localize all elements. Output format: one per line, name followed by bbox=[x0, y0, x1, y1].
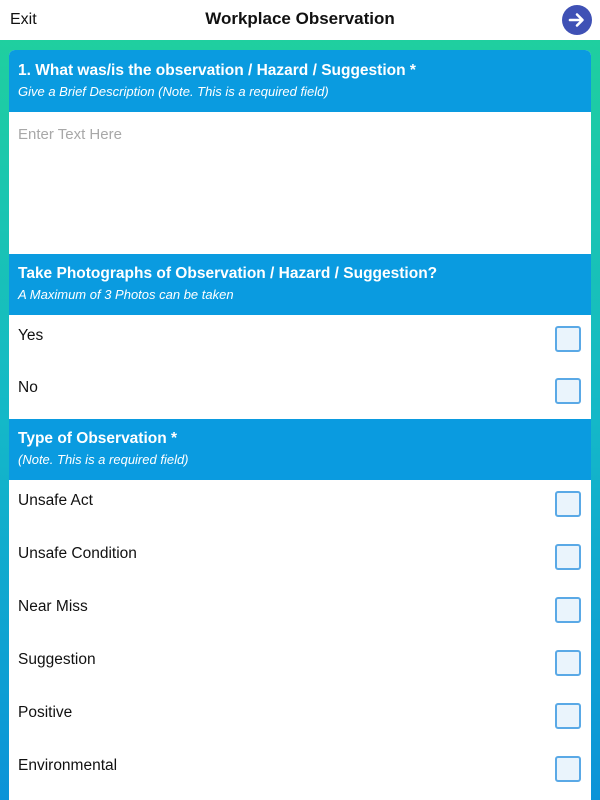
option-label: Suggestion bbox=[18, 651, 96, 668]
option-label: Positive bbox=[18, 704, 73, 721]
option-label: Yes bbox=[18, 327, 44, 344]
photos-option-no[interactable]: No bbox=[9, 367, 591, 419]
next-button[interactable] bbox=[562, 5, 592, 35]
unsafe-act-checkbox[interactable] bbox=[555, 491, 581, 517]
option-label: Unsafe Act bbox=[18, 492, 93, 509]
option-label: Near Miss bbox=[18, 598, 88, 615]
type-option-unsafe-act[interactable]: Unsafe Act bbox=[9, 480, 591, 533]
arrow-right-icon bbox=[568, 13, 584, 27]
option-label: Unsafe Condition bbox=[18, 545, 137, 562]
observation-header: 1. What was/is the observation / Hazard … bbox=[9, 50, 591, 112]
unsafe-condition-checkbox[interactable] bbox=[555, 544, 581, 570]
type-option-suggestion[interactable]: Suggestion bbox=[9, 639, 591, 692]
observation-title: 1. What was/is the observation / Hazard … bbox=[18, 62, 416, 79]
environmental-checkbox[interactable] bbox=[555, 756, 581, 782]
photos-yes-checkbox[interactable] bbox=[555, 326, 581, 352]
type-option-unsafe-condition[interactable]: Unsafe Condition bbox=[9, 533, 591, 586]
option-label: No bbox=[18, 379, 38, 396]
positive-checkbox[interactable] bbox=[555, 703, 581, 729]
type-option-environmental[interactable]: Environmental bbox=[9, 745, 591, 798]
option-label: Environmental bbox=[18, 757, 118, 774]
photos-subtitle: A Maximum of 3 Photos can be taken bbox=[18, 287, 234, 302]
photos-title: Take Photographs of Observation / Hazard… bbox=[18, 265, 438, 282]
observation-subtitle: Give a Brief Description (Note. This is … bbox=[18, 84, 329, 99]
type-subtitle: (Note. This is a required field) bbox=[18, 452, 189, 467]
type-option-positive[interactable]: Positive bbox=[9, 692, 591, 745]
near-miss-checkbox[interactable] bbox=[555, 597, 581, 623]
exit-button[interactable]: Exit bbox=[10, 11, 37, 29]
observation-description-input[interactable] bbox=[9, 112, 591, 254]
photos-option-yes[interactable]: Yes bbox=[9, 315, 591, 367]
page-title: Workplace Observation bbox=[205, 9, 395, 28]
photos-no-checkbox[interactable] bbox=[555, 378, 581, 404]
photos-header: Take Photographs of Observation / Hazard… bbox=[9, 254, 591, 315]
type-header: Type of Observation * (Note. This is a r… bbox=[9, 419, 591, 480]
type-option-near-miss[interactable]: Near Miss bbox=[9, 586, 591, 639]
type-title: Type of Observation * bbox=[18, 430, 178, 447]
form-card: 1. What was/is the observation / Hazard … bbox=[9, 50, 591, 800]
suggestion-checkbox[interactable] bbox=[555, 650, 581, 676]
top-bar: Exit Workplace Observation bbox=[0, 0, 600, 40]
